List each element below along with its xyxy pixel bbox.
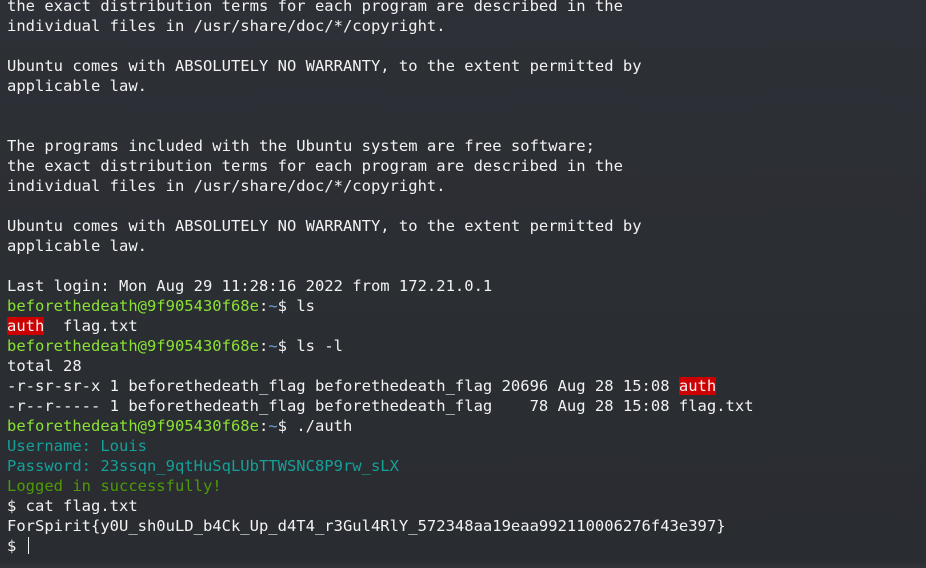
prompt-symbol: $ <box>277 417 297 435</box>
terminal-line: applicable law. <box>7 236 754 256</box>
terminal-line: individual files in /usr/share/doc/*/cop… <box>7 16 754 36</box>
terminal-line: ForSpirit{y0U_sh0uLD_b4Ck_Up_d4T4_r3Gul4… <box>7 516 754 536</box>
terminal-line: The programs included with the Ubuntu sy… <box>7 136 754 156</box>
terminal-line: auth flag.txt <box>7 316 754 336</box>
ls-row: -r--r----- 1 beforethedeath_flag beforet… <box>7 396 754 416</box>
terminal-line: Last login: Mon Aug 29 11:28:16 2022 fro… <box>7 276 754 296</box>
prompt-line: $ cat flag.txt <box>7 496 754 516</box>
flag-output-text: ForSpirit{y0U_sh0uLD_b4Ck_Up_d4T4_r3Gul4… <box>7 517 726 535</box>
motd-text: the exact distribution terms for each pr… <box>7 157 623 175</box>
prompt-separator: : <box>258 337 269 355</box>
shell-prompt-symbol: $ <box>7 497 26 515</box>
ls-total-text: total 28 <box>7 357 82 375</box>
motd-text: the exact distribution terms for each pr… <box>7 0 623 15</box>
bottom-edge <box>0 560 926 568</box>
auth-password-text: Password: 23ssqn_9qtHuSqLUbTTWSNC8P9rw_s… <box>7 457 399 475</box>
motd-text: Ubuntu comes with ABSOLUTELY NO WARRANTY… <box>7 57 642 75</box>
terminal-line: total 28 <box>7 356 754 376</box>
ls-row-meta: -r--r----- 1 beforethedeath_flag beforet… <box>7 397 679 415</box>
prompt-path: ~ <box>268 297 278 315</box>
command-text: ls -l <box>296 337 343 355</box>
shell-prompt-symbol: $ <box>7 537 26 555</box>
prompt-path: ~ <box>268 337 278 355</box>
file-name: flag.txt <box>63 317 138 335</box>
prompt-user-host: beforethedeath@9f905430f68e <box>7 417 259 435</box>
prompt-line: beforethedeath@9f905430f68e:~$ ls -l <box>7 336 754 356</box>
terminal-line: the exact distribution terms for each pr… <box>7 156 754 176</box>
prompt-symbol: $ <box>277 337 297 355</box>
auth-success-text: Logged in successfully! <box>7 477 222 495</box>
ls-row-meta: -r-sr-sr-x 1 beforethedeath_flag beforet… <box>7 377 679 395</box>
prompt-user-host: beforethedeath@9f905430f68e <box>7 337 259 355</box>
terminal-line: Password: 23ssqn_9qtHuSqLUbTTWSNC8P9rw_s… <box>7 456 754 476</box>
motd-text: individual files in /usr/share/doc/*/cop… <box>7 177 446 195</box>
executable-file-name: auth <box>7 317 45 335</box>
command-text: cat flag.txt <box>25 497 138 515</box>
motd-text: individual files in /usr/share/doc/*/cop… <box>7 17 446 35</box>
motd-text: applicable law. <box>7 77 147 95</box>
terminal-line: Ubuntu comes with ABSOLUTELY NO WARRANTY… <box>7 56 754 76</box>
auth-username-text: Username: Louis <box>7 437 147 455</box>
terminal-line: applicable law. <box>7 76 754 96</box>
terminal-line: Logged in successfully! <box>7 476 754 496</box>
output-gap <box>44 317 63 335</box>
command-text: ls <box>296 297 315 315</box>
prompt-line: beforethedeath@9f905430f68e:~$ ls <box>7 296 754 316</box>
ls-row: -r-sr-sr-x 1 beforethedeath_flag beforet… <box>7 376 754 396</box>
prompt-user-host: beforethedeath@9f905430f68e <box>7 297 259 315</box>
file-name: flag.txt <box>678 397 754 415</box>
prompt-line: beforethedeath@9f905430f68e:~$ ./auth <box>7 416 754 436</box>
prompt-separator: : <box>258 297 269 315</box>
prompt-path: ~ <box>268 417 278 435</box>
prompt-separator: : <box>258 417 269 435</box>
text-cursor[interactable] <box>27 537 29 554</box>
motd-text: applicable law. <box>7 237 147 255</box>
command-text: ./auth <box>296 417 353 435</box>
terminal-line: the exact distribution terms for each pr… <box>7 0 754 16</box>
last-login-text: Last login: Mon Aug 29 11:28:16 2022 fro… <box>7 277 493 295</box>
prompt-symbol: $ <box>277 297 297 315</box>
terminal-line: Ubuntu comes with ABSOLUTELY NO WARRANTY… <box>7 216 754 236</box>
executable-file-name: auth <box>678 377 717 395</box>
terminal-line: individual files in /usr/share/doc/*/cop… <box>7 176 754 196</box>
motd-text: Ubuntu comes with ABSOLUTELY NO WARRANTY… <box>7 217 642 235</box>
terminal-line: Username: Louis <box>7 436 754 456</box>
active-prompt-line[interactable]: $ <box>7 536 754 556</box>
terminal-window[interactable]: the exact distribution terms for each pr… <box>0 0 926 568</box>
motd-text: The programs included with the Ubuntu sy… <box>7 137 595 155</box>
terminal-output: the exact distribution terms for each pr… <box>7 0 754 556</box>
